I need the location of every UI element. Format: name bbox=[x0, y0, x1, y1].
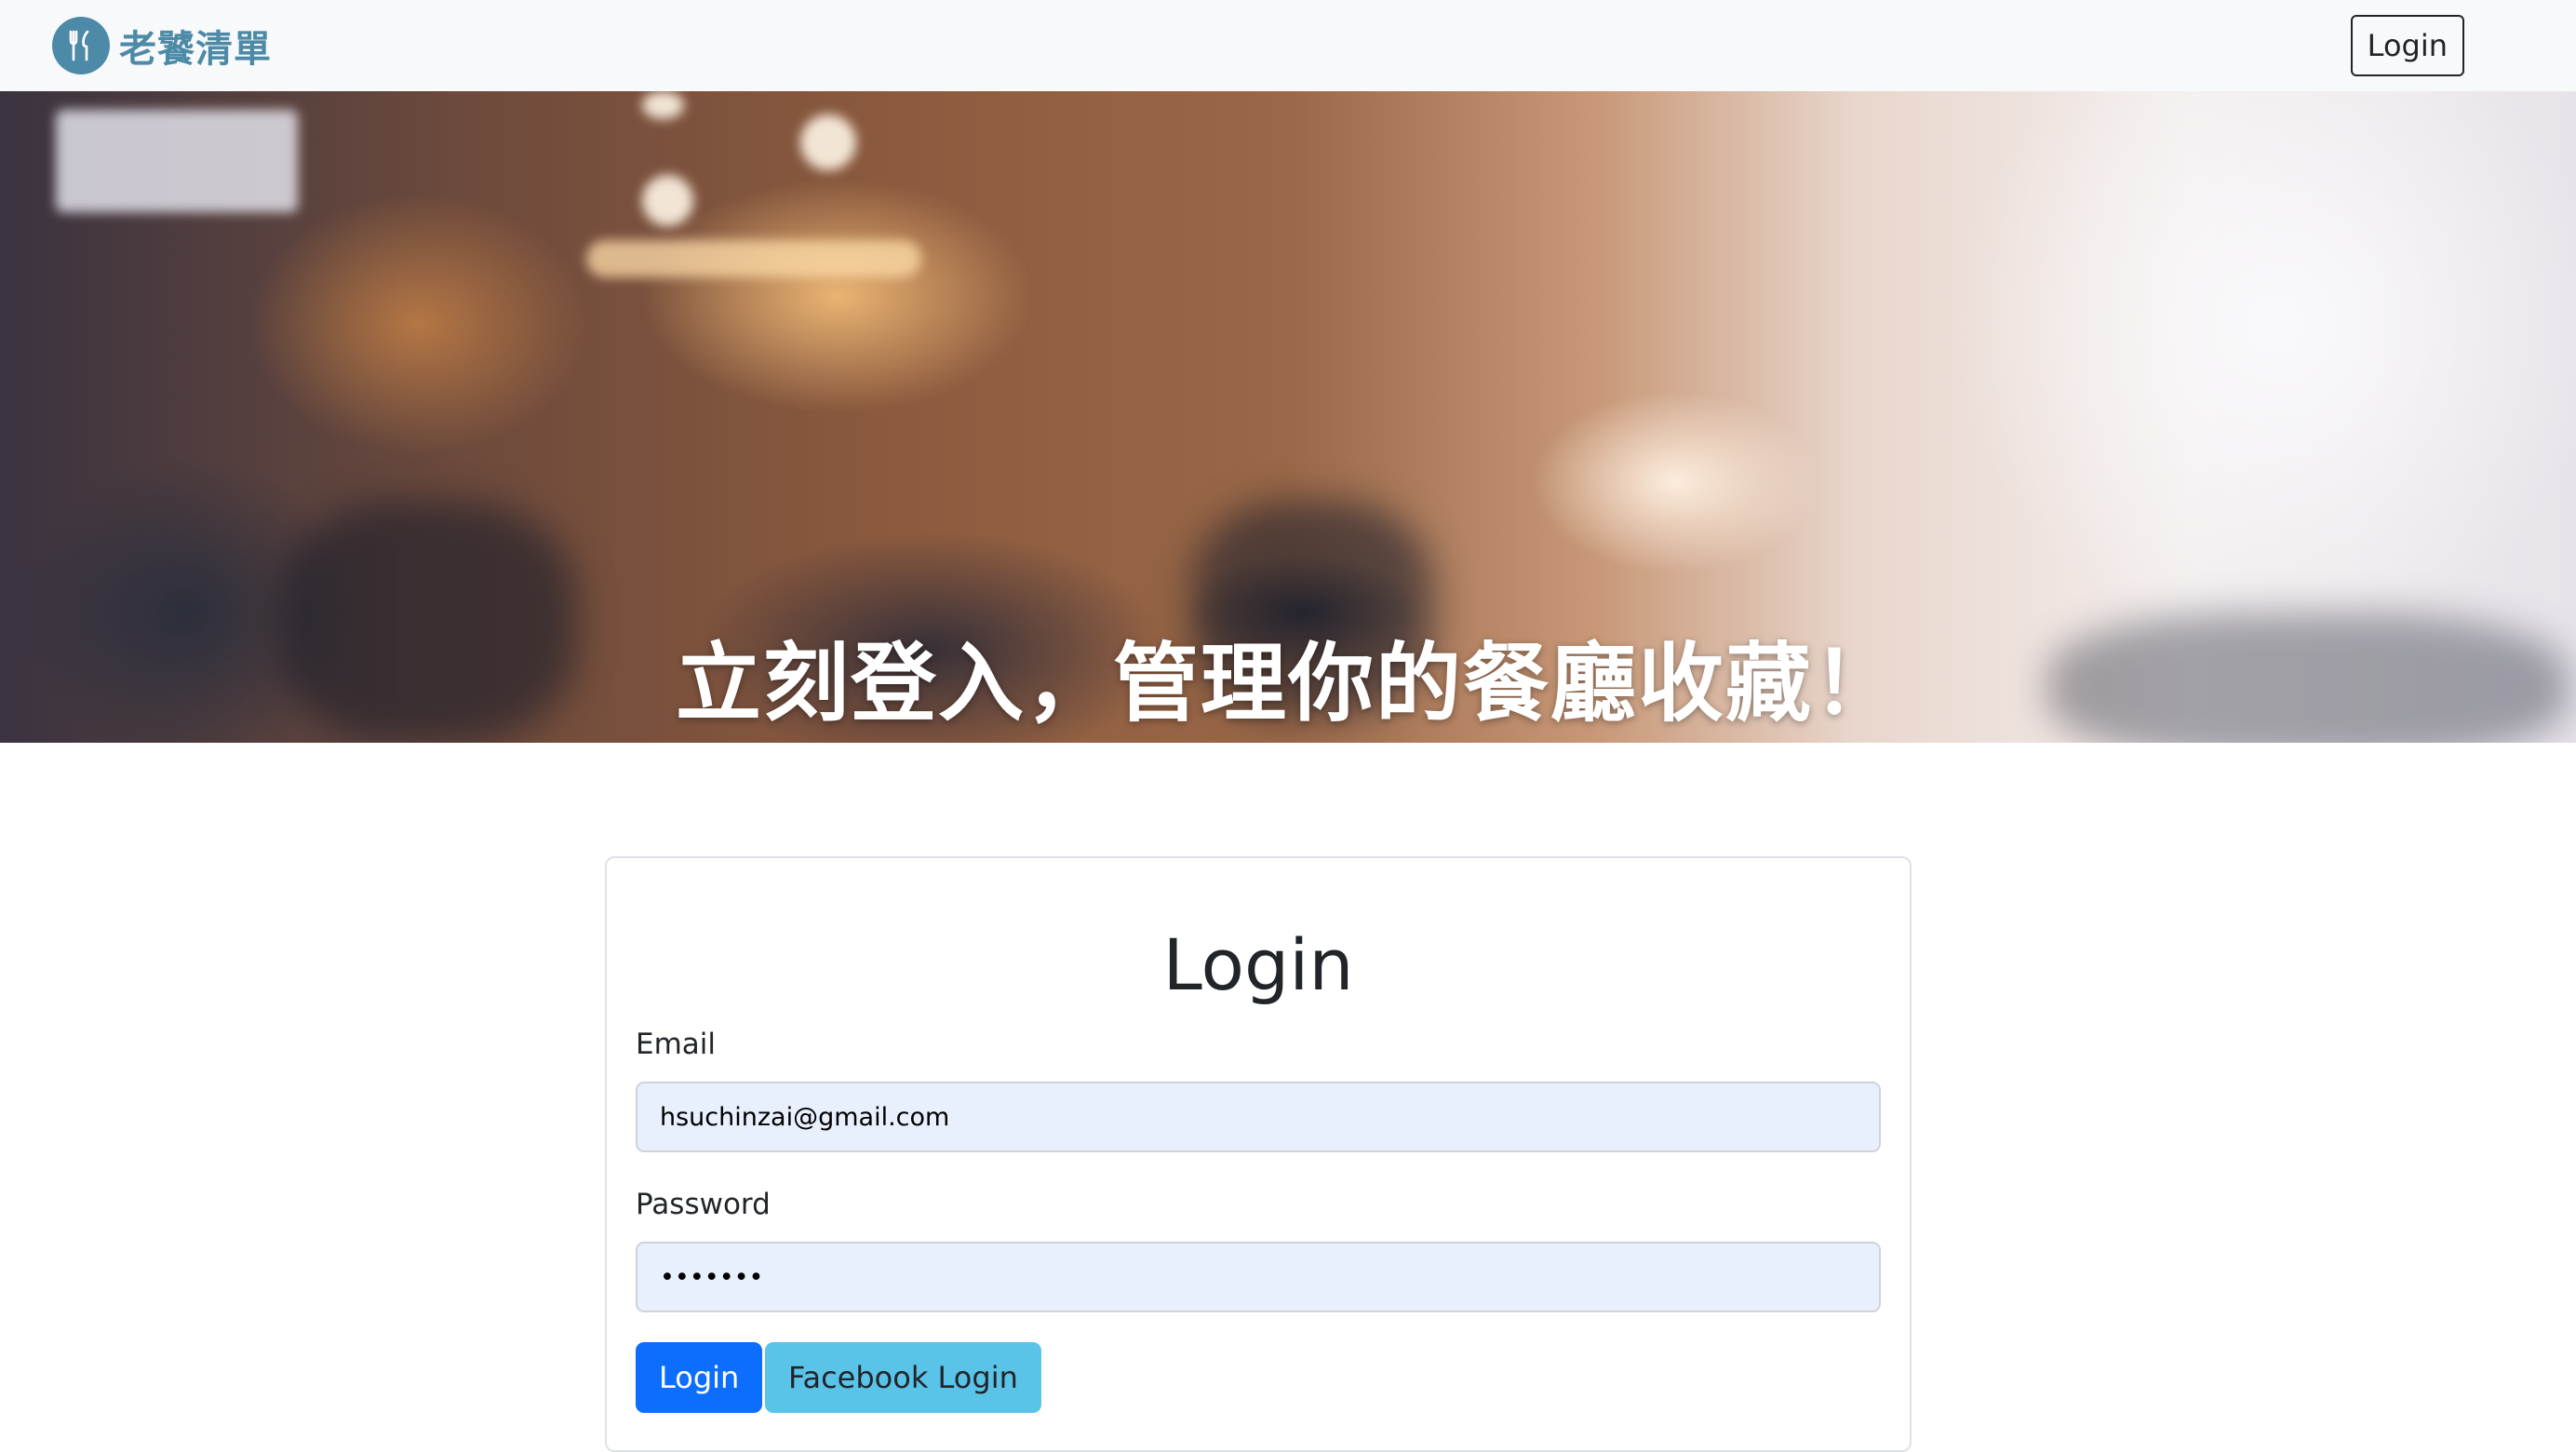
facebook-login-button[interactable]: Facebook Login bbox=[765, 1342, 1041, 1413]
email-value: hsuchinzai@gmail.com bbox=[660, 1102, 950, 1132]
banner-bokeh-light bbox=[642, 91, 684, 119]
login-submit-button[interactable]: Login bbox=[636, 1342, 763, 1413]
email-field[interactable]: hsuchinzai@gmail.com bbox=[636, 1082, 1881, 1152]
navbar: 老饕清單 Login bbox=[0, 0, 2576, 91]
hero-banner: 立刻登入，管理你的餐廳收藏！ bbox=[0, 91, 2576, 743]
password-value: ••••••• bbox=[660, 1262, 764, 1292]
brand-name: 老饕清單 bbox=[119, 28, 272, 71]
login-title: Login bbox=[1162, 923, 1354, 1006]
password-label: Password bbox=[636, 1188, 771, 1221]
banner-bokeh-light bbox=[642, 175, 693, 226]
banner-bokeh-light bbox=[56, 110, 298, 212]
utensils-icon bbox=[52, 17, 110, 74]
banner-bokeh-light bbox=[586, 240, 921, 277]
password-field[interactable]: ••••••• bbox=[636, 1242, 1881, 1312]
brand-link[interactable]: 老饕清單 bbox=[52, 17, 272, 74]
banner-bokeh-light bbox=[800, 114, 856, 170]
banner-title: 立刻登入，管理你的餐廳收藏！ bbox=[675, 633, 1900, 733]
email-label: Email bbox=[636, 1028, 717, 1061]
navbar-login-button[interactable]: Login bbox=[2350, 15, 2464, 76]
